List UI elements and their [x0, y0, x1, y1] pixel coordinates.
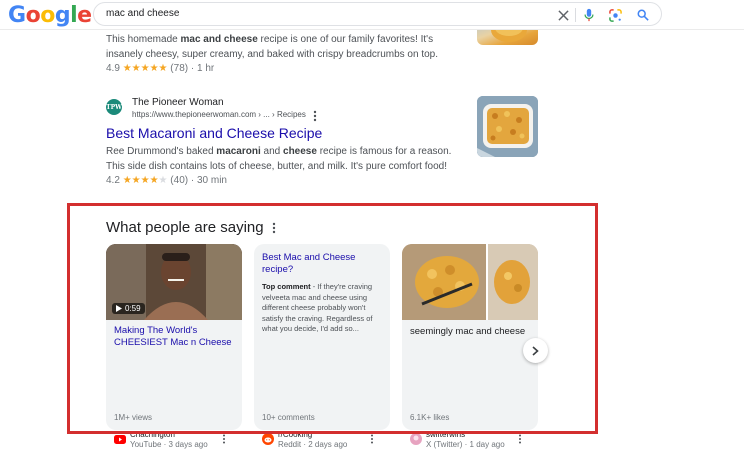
search-input[interactable]: mac and cheese	[106, 8, 179, 19]
card-source-reddit[interactable]: r/Cooking Reddit · 2 days ago	[262, 430, 382, 456]
result-snippet: Ree Drummond's baked macaroni and cheese…	[106, 146, 452, 172]
card-footer: 10+ comments	[262, 413, 315, 422]
card-footer: 1M+ views	[114, 413, 153, 422]
carousel-next-button[interactable]	[523, 338, 548, 363]
card-source-youtube[interactable]: Chachington YouTube · 3 days ago	[114, 430, 234, 456]
people-card-video[interactable]: 0:59 Making The World's CHEESIEST Mac n …	[106, 244, 242, 430]
empty-star-icon: ★	[158, 175, 168, 186]
result-url[interactable]: https://www.thepioneerwoman.com › ... › …	[132, 110, 306, 119]
result-thumbnail[interactable]	[477, 96, 538, 157]
more-options-icon[interactable]	[312, 109, 318, 122]
result-title-link[interactable]: Best Macaroni and Cheese Recipe	[106, 125, 322, 141]
more-options-icon[interactable]	[370, 434, 374, 444]
video-thumbnail[interactable]: 0:59	[106, 244, 242, 320]
search-box[interactable]: mac and cheese	[93, 2, 662, 26]
more-options-icon[interactable]	[518, 434, 522, 444]
card-footer: 6.1K+ likes	[410, 413, 450, 422]
star-rating-icon: ★★★★★	[122, 63, 168, 74]
people-card-image[interactable]: seemingly mac and cheese 6.1K+ likes	[402, 244, 538, 430]
section-more-options-icon[interactable]	[271, 221, 277, 234]
card-title-link[interactable]: Best Mac and Cheese recipe?	[262, 252, 382, 276]
card-comment: Top comment - If they're craving velveet…	[262, 282, 373, 333]
result-rating: 4.2 ★★★★★ (40) · 30 min	[106, 175, 227, 186]
youtube-icon	[114, 435, 126, 444]
search-icon[interactable]	[634, 6, 652, 24]
star-rating-icon: ★★★★	[122, 175, 159, 186]
people-card-reddit[interactable]: Best Mac and Cheese recipe? Top comment …	[254, 244, 390, 430]
google-logo[interactable]: Google	[8, 3, 92, 28]
play-icon	[116, 305, 122, 312]
card-title-link[interactable]: Making The World's CHEESIEST Mac n Chees…	[114, 325, 234, 349]
more-options-icon[interactable]	[222, 434, 226, 444]
avatar-icon	[410, 433, 422, 445]
card-source-twitter[interactable]: swifterwins X (Twitter) · 1 day ago	[410, 430, 530, 456]
search-header: Google mac and cheese	[0, 0, 744, 30]
result-rating: 4.9 ★★★★★ (78) · 1 hr	[106, 63, 215, 74]
section-heading: What people are saying	[106, 219, 264, 236]
google-lens-icon[interactable]	[606, 6, 624, 24]
divider	[575, 8, 576, 22]
video-duration-badge: 0:59	[112, 303, 145, 314]
result-snippet: This homemade mac and cheese recipe is o…	[106, 34, 439, 60]
card-title[interactable]: seemingly mac and cheese	[410, 326, 534, 338]
reddit-icon	[262, 433, 274, 445]
post-image[interactable]	[402, 244, 538, 320]
clear-icon[interactable]	[554, 6, 572, 24]
site-name[interactable]: The Pioneer Woman	[132, 97, 224, 108]
microphone-icon[interactable]	[580, 6, 598, 24]
site-favicon[interactable]: TPW	[106, 99, 122, 115]
chevron-right-icon	[532, 345, 539, 356]
